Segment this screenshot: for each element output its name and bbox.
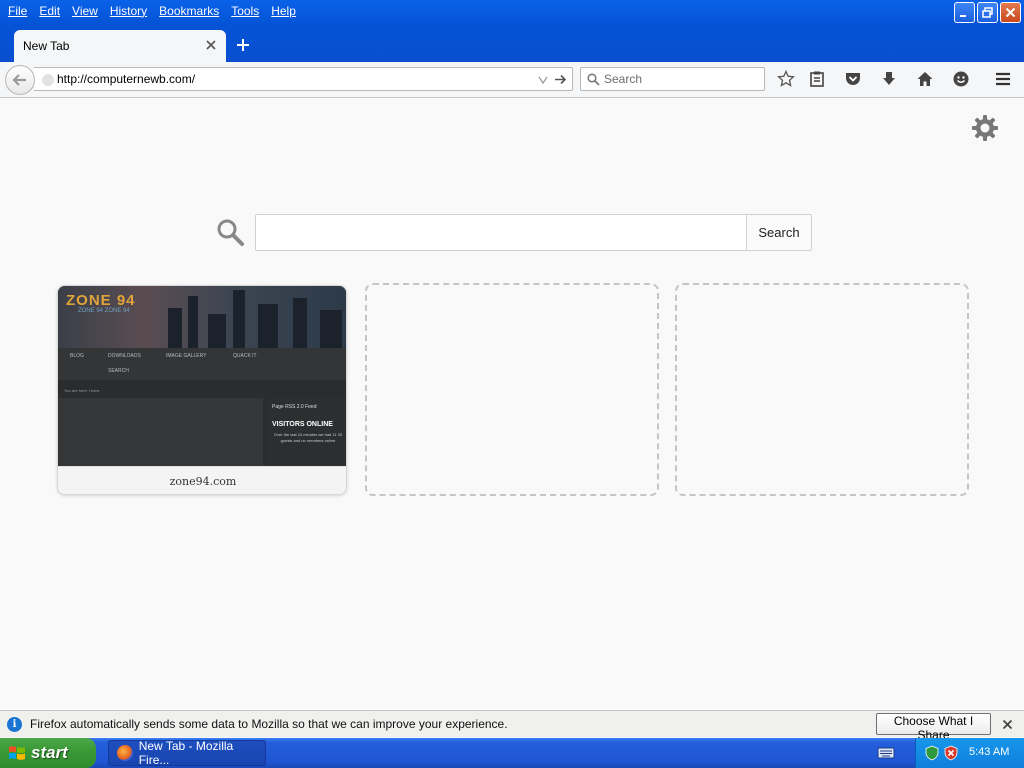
thumbnail-nav-item: BLOG (70, 353, 84, 359)
restore-icon (982, 7, 993, 18)
firefox-icon (117, 745, 133, 761)
thumbnail-visitors-text: Over the last 10 minutes we had 11 33 gu… (273, 432, 343, 443)
menu-file[interactable]: File (2, 4, 33, 18)
downloads-button[interactable] (878, 68, 900, 90)
url-bar[interactable]: http://computernewb.com/ (34, 67, 573, 91)
top-site-tile[interactable]: ZONE 94 ZONE 94 ZONE 94 BLOG DOWNLOADS I… (57, 285, 347, 495)
reading-list-button[interactable] (806, 68, 828, 90)
thumbnail-nav: BLOG DOWNLOADS IMAGE GALLERY QUACK IT SE… (58, 348, 346, 380)
data-reporting-notification: i Firefox automatically sends some data … (0, 710, 1024, 742)
window-titlebar: File Edit View History Bookmarks Tools H… (0, 0, 1024, 62)
tab-close-icon[interactable] (205, 39, 217, 51)
home-button[interactable] (914, 68, 936, 90)
clipboard-icon (810, 71, 824, 87)
network-shield-icon[interactable] (924, 745, 940, 761)
menu-view[interactable]: View (66, 4, 104, 18)
search-input[interactable] (604, 71, 759, 87)
thumbnail-nav-item: SEARCH (108, 368, 129, 374)
taskbar-item-label: New Tab - Mozilla Fire... (138, 739, 234, 767)
skyline-building (320, 310, 342, 348)
menu-tools[interactable]: Tools (225, 4, 265, 18)
back-button[interactable] (5, 65, 35, 95)
thumbnail-body (58, 398, 263, 466)
notification-text: Firefox automatically sends some data to… (30, 717, 508, 731)
taskbar-item-firefox[interactable]: New Tab - Mozilla Fire... (108, 739, 266, 767)
tab-new-tab[interactable]: New Tab (14, 30, 226, 62)
thumbnail-logo: ZONE 94 (66, 292, 136, 309)
skyline-building (258, 304, 278, 348)
start-label: start (31, 743, 68, 762)
hello-button[interactable] (950, 68, 972, 90)
menu-history[interactable]: History (104, 4, 153, 18)
windows-taskbar: start New Tab - Mozilla Fire... 5:43 AM (0, 738, 1024, 768)
close-icon (1005, 7, 1016, 18)
download-arrow-icon (883, 72, 895, 85)
pocket-icon (846, 73, 860, 85)
url-text[interactable]: http://computernewb.com/ (57, 72, 195, 86)
pocket-button[interactable] (842, 68, 864, 90)
navigation-toolbar: http://computernewb.com/ (0, 62, 1024, 98)
skyline-building (188, 296, 198, 348)
choose-what-i-share-button[interactable]: Choose What I Share (876, 713, 991, 742)
security-alert-icon[interactable] (943, 745, 959, 761)
smiley-chat-icon (953, 71, 969, 87)
new-tab-plus-icon[interactable] (234, 36, 252, 54)
thumbnail-rss: Page RSS 2.0 Feed (272, 404, 317, 410)
url-history-dropdown-icon[interactable] (538, 75, 548, 85)
skyline-building (233, 290, 245, 348)
minimize-icon (960, 15, 966, 17)
newtab-search-input[interactable] (255, 214, 747, 251)
gear-icon[interactable] (970, 113, 1000, 143)
thumbnail-crumb: You are here: Home (64, 388, 100, 393)
skyline-building (168, 308, 182, 348)
thumbnail-visitors-title: VISITORS ONLINE (272, 421, 333, 428)
star-icon (777, 70, 795, 87)
search-magnifier-icon (217, 219, 244, 246)
search-bar[interactable] (580, 67, 765, 91)
open-menu-button[interactable] (992, 68, 1014, 90)
search-icon (587, 73, 600, 86)
tile-caption: zone94.com (58, 466, 346, 494)
keyboard-icon[interactable] (877, 746, 895, 760)
site-thumbnail: ZONE 94 ZONE 94 ZONE 94 BLOG DOWNLOADS I… (58, 286, 346, 466)
back-arrow-icon (12, 74, 26, 86)
skyline-building (293, 298, 307, 348)
menu-bookmarks[interactable]: Bookmarks (153, 4, 225, 18)
newtab-search-button[interactable]: Search (746, 214, 812, 251)
window-controls (954, 2, 1021, 23)
minimize-button[interactable] (954, 2, 975, 23)
menu-edit[interactable]: Edit (33, 4, 66, 18)
skyline-building (208, 314, 226, 348)
system-tray: 5:43 AM (915, 738, 1024, 768)
hamburger-menu-icon (996, 72, 1010, 86)
windows-flag-icon (9, 746, 25, 760)
tab-label: New Tab (23, 39, 70, 53)
home-icon (917, 72, 933, 86)
empty-tile-placeholder (675, 283, 969, 496)
thumbnail-nav-item: QUACK IT (233, 353, 257, 359)
restore-button[interactable] (977, 2, 998, 23)
close-window-button[interactable] (1000, 2, 1021, 23)
thumbnail-nav-item: DOWNLOADS (108, 353, 141, 359)
bookmark-star-button[interactable] (775, 68, 797, 90)
empty-tile-placeholder (365, 283, 659, 496)
thumbnail-nav-item: IMAGE GALLERY (166, 353, 207, 359)
go-arrow-icon[interactable] (554, 73, 567, 86)
system-clock: 5:43 AM (969, 746, 1010, 758)
thumbnail-logo-sub: ZONE 94 ZONE 94 (78, 308, 130, 314)
site-identity-icon[interactable] (42, 74, 54, 86)
info-icon: i (7, 717, 22, 732)
menu-help[interactable]: Help (265, 4, 302, 18)
start-button[interactable]: start (0, 738, 96, 768)
close-notification-icon[interactable] (1002, 719, 1013, 730)
menu-bar: File Edit View History Bookmarks Tools H… (0, 0, 302, 22)
